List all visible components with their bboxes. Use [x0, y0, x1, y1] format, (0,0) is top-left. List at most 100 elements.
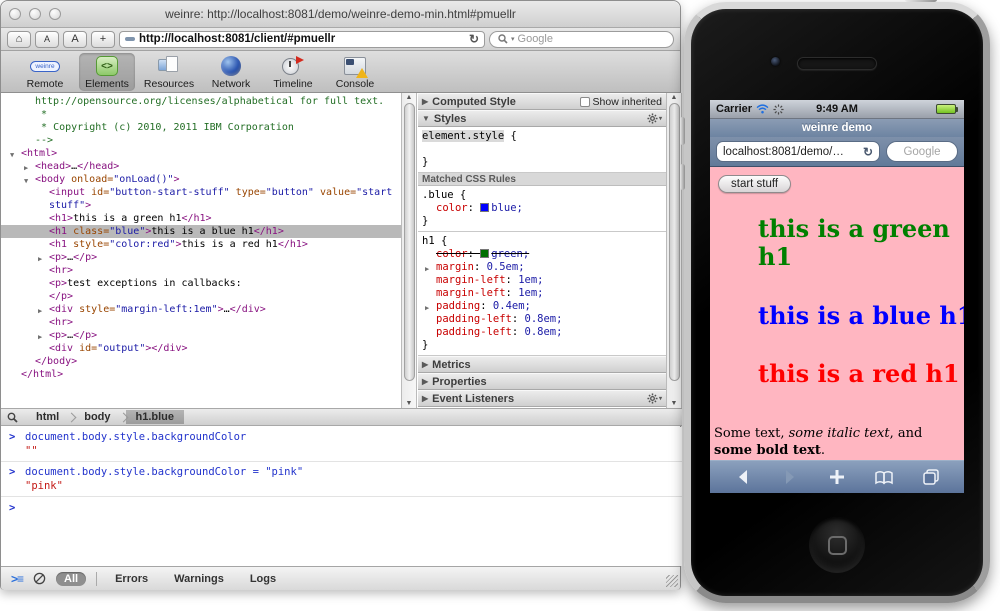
css-property[interactable]: color: blue; [422, 202, 662, 215]
dom-tree-node[interactable]: ▶<p>…</p> [1, 251, 401, 264]
power-button[interactable] [905, 0, 937, 2]
css-property[interactable]: margin-left: 1em; [422, 287, 662, 300]
scrollbar-thumb[interactable] [669, 103, 680, 381]
address-bar[interactable]: http://localhost:8081/client/#pmuellr ↻ [119, 31, 485, 48]
mobile-search-field[interactable]: Google [886, 141, 958, 162]
collapsed-icon[interactable]: ▶ [422, 377, 428, 386]
toolbar-button-network[interactable]: Network [203, 53, 259, 91]
scroll-down-icon[interactable]: ▼ [402, 400, 416, 407]
filter-warnings[interactable]: Warnings [166, 572, 232, 586]
dom-tree-node[interactable]: ▶<p>…</p> [1, 329, 401, 342]
remote-icon-wrap: weinre [32, 55, 58, 77]
elements-tree-panel[interactable]: http://opensource.org/licenses/alphabeti… [1, 93, 401, 408]
filter-all[interactable]: All [56, 572, 86, 586]
dom-tree-node[interactable]: http://opensource.org/licenses/alphabeti… [1, 95, 401, 108]
section-gear-menu[interactable]: ▾ [647, 393, 662, 404]
css-property[interactable]: margin-left: 1em; [422, 274, 662, 287]
section-header-properties[interactable]: ▶Properties [418, 373, 666, 390]
console-entry[interactable]: >document.body.style.backgroundColor"" [1, 427, 682, 462]
dom-tree-node[interactable]: ▼<html> [1, 147, 401, 160]
css-rule[interactable]: h1 {color: green;▶margin: 0.5em;margin-l… [418, 232, 666, 356]
dom-tree-node[interactable]: <h1 class="blue">this is a blue h1</h1> [1, 225, 401, 238]
home-button[interactable] [809, 517, 865, 573]
share-add-button[interactable] [822, 468, 852, 486]
css-rule[interactable]: .blue {color: blue;} [418, 186, 666, 232]
styles-header[interactable]: ▼ Styles ▾ [418, 110, 666, 127]
toolbar-button-label: Timeline [273, 78, 312, 90]
collapsed-icon[interactable]: ▶ [422, 97, 428, 106]
home-button[interactable]: ⌂ [7, 31, 31, 48]
toolbar-button-timeline[interactable]: Timeline [265, 53, 321, 91]
console-prompt[interactable]: > [1, 497, 682, 515]
dom-tree-node[interactable]: </html> [1, 368, 401, 381]
collapsed-icon[interactable]: ▶ [422, 360, 428, 369]
section-header-event-listeners[interactable]: ▶Event Listeners▾ [418, 390, 666, 407]
reload-icon[interactable]: ↻ [469, 32, 479, 46]
font-smaller-button[interactable]: A [35, 31, 59, 48]
scroll-up-icon[interactable]: ▲ [667, 94, 681, 101]
console-entry[interactable]: >document.body.style.backgroundColor = "… [1, 462, 682, 497]
console-toggle-icon[interactable]: >≡ [11, 572, 23, 586]
breadcrumb-item-h1-blue[interactable]: h1.blue [126, 410, 185, 424]
search-icon[interactable] [7, 412, 18, 423]
section-header-metrics[interactable]: ▶Metrics [418, 356, 666, 373]
dom-tree-node[interactable]: * Copyright (c) 2010, 2011 IBM Corporati… [1, 121, 401, 134]
dom-tree-node[interactable]: <h1 style="color:red">this is a red h1</… [1, 238, 401, 251]
search-dropdown-icon[interactable]: ▾ [511, 35, 515, 43]
computed-style-header[interactable]: ▶ Computed Style Show inherited [418, 93, 666, 110]
dom-tree-node[interactable]: <div id="output"></div> [1, 342, 401, 355]
breadcrumb-item-html[interactable]: html [26, 410, 69, 424]
toolbar-button-elements[interactable]: <>Elements [79, 53, 135, 91]
window-resize-grip[interactable] [666, 575, 678, 587]
dom-tree-node[interactable]: ▶<div style="margin-left:1em">…</div> [1, 303, 401, 316]
mobile-reload-icon[interactable]: ↻ [863, 145, 873, 159]
dom-tree-node[interactable]: <hr> [1, 264, 401, 277]
collapsed-icon[interactable]: ▶ [422, 394, 428, 403]
volume-down-button[interactable] [680, 164, 685, 190]
scrollbar-thumb[interactable] [404, 103, 415, 381]
bookmarks-icon[interactable] [869, 470, 899, 485]
new-tab-button[interactable]: + [91, 31, 115, 48]
back-button[interactable] [728, 469, 758, 485]
show-inherited-checkbox[interactable] [580, 97, 590, 107]
filter-errors[interactable]: Errors [107, 572, 156, 586]
css-property[interactable]: padding-left: 0.8em; [422, 326, 662, 339]
dom-tree-node[interactable]: </p> [1, 290, 401, 303]
css-property[interactable]: ▶padding: 0.4em; [422, 300, 662, 313]
show-inherited-toggle[interactable]: Show inherited [580, 96, 662, 108]
element-style-rule[interactable]: element.style { } [418, 127, 666, 173]
css-property[interactable]: ▶margin: 0.5em; [422, 261, 662, 274]
search-input[interactable]: ▾ Google [489, 31, 674, 48]
dom-tree-node[interactable]: ▼<body onload="onLoad()"> [1, 173, 401, 186]
start-stuff-button[interactable]: start stuff [718, 175, 791, 193]
dom-tree-node[interactable]: </body> [1, 355, 401, 368]
toolbar-button-resources[interactable]: Resources [141, 53, 197, 91]
forward-button[interactable] [775, 469, 805, 485]
dom-tree-node[interactable]: <p>test exceptions in callbacks: [1, 277, 401, 290]
clear-console-icon[interactable] [33, 572, 46, 585]
expanded-icon[interactable]: ▼ [422, 114, 430, 123]
css-property[interactable]: padding-left: 0.8em; [422, 313, 662, 326]
styles-gear-menu[interactable]: ▾ [647, 113, 662, 124]
dom-tree-node[interactable]: --> [1, 134, 401, 147]
filter-logs[interactable]: Logs [242, 572, 284, 586]
toolbar-button-remote[interactable]: weinreRemote [17, 53, 73, 91]
scroll-up-icon[interactable]: ▲ [402, 94, 416, 101]
window-titlebar[interactable]: weinre: http://localhost:8081/demo/weinr… [1, 1, 680, 28]
volume-up-button[interactable] [680, 117, 685, 145]
css-property[interactable]: color: green; [422, 248, 662, 261]
font-bigger-button[interactable]: A [63, 31, 87, 48]
dom-tree-node[interactable]: <h1>this is a green h1</h1> [1, 212, 401, 225]
element-style-selector[interactable]: element.style [422, 130, 504, 142]
scroll-down-icon[interactable]: ▼ [667, 400, 681, 407]
dom-tree-node[interactable]: <hr> [1, 316, 401, 329]
dom-tree-node[interactable]: <input id="button-start-stuff" type="but… [1, 186, 401, 212]
pages-icon[interactable] [916, 469, 946, 485]
mobile-address-field[interactable]: localhost:8081/demo/… ↻ [716, 141, 880, 162]
breadcrumb-item-body[interactable]: body [74, 410, 120, 424]
dom-tree-node[interactable]: ▶<head>…</head> [1, 160, 401, 173]
elements-panel-scrollbar[interactable]: ▲ ▼ [401, 93, 417, 408]
console-panel[interactable]: >document.body.style.backgroundColor"">d… [1, 427, 682, 566]
toolbar-button-console[interactable]: Console [327, 53, 383, 91]
dom-tree-node[interactable]: * [1, 108, 401, 121]
